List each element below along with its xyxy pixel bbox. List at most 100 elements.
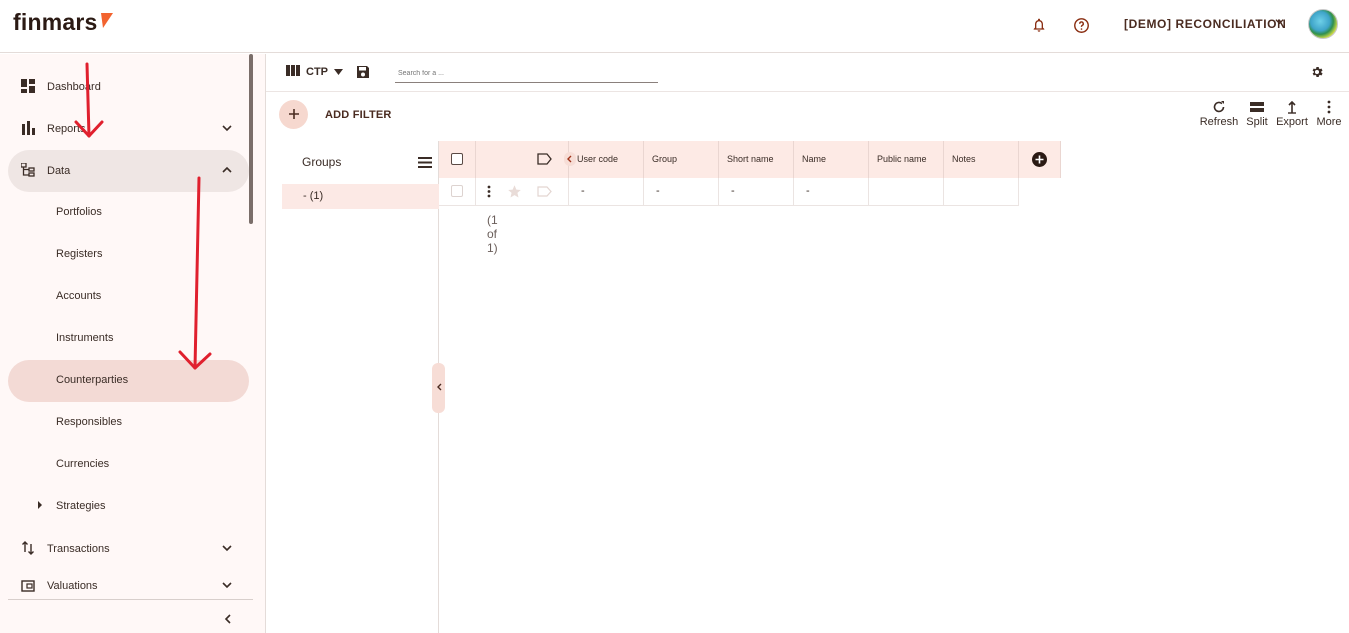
plus-icon xyxy=(288,104,300,125)
column-header-label: User code xyxy=(577,154,619,164)
sidebar-subitem-label: Counterparties xyxy=(56,374,129,386)
sidebar-subitem-accounts[interactable]: Accounts xyxy=(8,276,249,318)
chevron-down-icon xyxy=(221,122,235,136)
split-label: Split xyxy=(1246,116,1268,128)
add-column-icon[interactable] xyxy=(1032,152,1047,169)
sidebar-item-transactions[interactable]: Transactions xyxy=(8,528,249,570)
add-filter-label[interactable]: ADD FILTER xyxy=(325,109,392,121)
sidebar-subitem-label: Currencies xyxy=(56,458,110,470)
star-icon[interactable] xyxy=(507,184,522,202)
search-input[interactable] xyxy=(395,64,658,83)
bar-chart-icon xyxy=(21,121,37,137)
collapse-groups-handle[interactable] xyxy=(432,363,445,413)
cell-value: - xyxy=(581,185,585,197)
refresh-button[interactable]: Refresh xyxy=(1199,100,1239,132)
chevron-down-icon[interactable] xyxy=(1275,17,1284,29)
group-row-label: - (1) xyxy=(303,190,324,202)
column-header-name[interactable]: Name xyxy=(794,141,869,178)
data-tree-icon xyxy=(20,162,37,179)
sidebar-subitem-currencies[interactable]: Currencies xyxy=(8,444,249,486)
row-checkbox[interactable] xyxy=(451,185,463,197)
toolbar: CTP xyxy=(266,54,1349,92)
app-logo[interactable]: finmars xyxy=(13,9,97,36)
cell-short-name[interactable]: - xyxy=(719,178,794,206)
export-button[interactable]: Export xyxy=(1272,100,1312,132)
workspace-selector[interactable]: [DEMO] RECONCILIATION xyxy=(1124,17,1286,31)
row-menu-icon[interactable] xyxy=(487,185,491,201)
sidebar-subitem-label: Registers xyxy=(56,248,103,260)
transactions-icon xyxy=(21,541,37,557)
save-icon[interactable] xyxy=(356,65,371,80)
select-all-checkbox[interactable] xyxy=(451,153,463,165)
chevron-down-icon xyxy=(221,579,235,593)
sidebar-item-label: Transactions xyxy=(47,543,110,555)
header-tools-cell xyxy=(476,141,576,178)
caret-right-icon[interactable] xyxy=(36,500,44,513)
cell-user-code[interactable]: - xyxy=(569,178,644,206)
sidebar-subitem-label: Strategies xyxy=(56,500,106,512)
column-header-notes[interactable]: Notes xyxy=(944,141,1019,178)
add-column-cell xyxy=(1019,141,1061,178)
sidebar-item-dashboard[interactable]: Dashboard xyxy=(8,66,249,108)
pagination-info: (1 of 1) xyxy=(487,213,498,255)
column-header-short-name[interactable]: Short name xyxy=(719,141,794,178)
help-icon[interactable] xyxy=(1069,13,1093,37)
layout-columns-icon xyxy=(286,65,300,79)
more-label: More xyxy=(1316,116,1342,128)
group-row[interactable]: - (1) xyxy=(282,184,439,209)
row-tools-cell xyxy=(476,178,569,206)
split-icon xyxy=(1250,100,1264,114)
sidebar-subitem-strategies[interactable]: Strategies xyxy=(8,486,249,528)
wallet-icon xyxy=(21,579,37,595)
table-row[interactable]: - - - - xyxy=(439,178,1019,206)
sidebar-subitem-responsibles[interactable]: Responsibles xyxy=(8,402,249,444)
sidebar-scrollbar[interactable] xyxy=(249,54,253,224)
sidebar-subitem-counterparties[interactable]: Counterparties xyxy=(8,360,249,402)
column-header-label: Name xyxy=(802,154,827,164)
cell-name[interactable]: - xyxy=(794,178,869,206)
export-label: Export xyxy=(1276,116,1308,128)
sidebar-item-label: Valuations xyxy=(47,580,98,592)
collapse-sidebar-icon[interactable] xyxy=(222,612,236,626)
sidebar-item-label: Data xyxy=(47,165,71,177)
more-button[interactable]: More xyxy=(1309,100,1349,132)
filter-bar: ADD FILTER Refresh Split Export More xyxy=(266,92,1349,141)
cell-group[interactable]: - xyxy=(644,178,719,206)
add-filter-button[interactable] xyxy=(279,100,308,129)
gear-icon[interactable] xyxy=(1310,65,1325,80)
sidebar-subitem-registers[interactable]: Registers xyxy=(8,234,249,276)
sidebar-item-reports[interactable]: Reports xyxy=(8,108,249,150)
cell-value: - xyxy=(806,185,810,197)
sidebar-item-data[interactable]: Data xyxy=(8,150,249,192)
dashboard-icon xyxy=(21,79,37,95)
sidebar-subitem-instruments[interactable]: Instruments xyxy=(8,318,249,360)
column-header-label: Short name xyxy=(727,154,774,164)
cell-public-name[interactable] xyxy=(869,178,944,206)
column-header-group[interactable]: Group xyxy=(644,141,719,178)
row-select-cell xyxy=(439,178,476,206)
menu-icon[interactable] xyxy=(418,155,432,168)
sidebar-item-valuations[interactable]: Valuations xyxy=(8,570,249,602)
column-header-user-code[interactable]: User code xyxy=(569,141,644,178)
bell-icon[interactable] xyxy=(1027,13,1051,37)
sidebar: Dashboard Reports Data Portfolios Regist… xyxy=(0,54,266,633)
layout-selector[interactable]: CTP xyxy=(286,65,343,79)
column-header-public-name[interactable]: Public name xyxy=(869,141,944,178)
header-select-cell xyxy=(439,141,476,178)
top-bar: finmars [DEMO] RECONCILIATION xyxy=(0,0,1349,53)
logo-mark-icon xyxy=(96,13,114,28)
chevron-down-icon xyxy=(221,542,235,556)
sidebar-subitem-label: Responsibles xyxy=(56,416,123,428)
label-tag-icon[interactable] xyxy=(537,186,552,200)
refresh-icon xyxy=(1212,100,1226,114)
column-header-label: Notes xyxy=(952,154,976,164)
groups-title: Groups xyxy=(302,155,342,169)
cell-notes[interactable] xyxy=(944,178,1019,206)
label-tag-icon[interactable] xyxy=(537,153,552,167)
avatar[interactable] xyxy=(1308,9,1338,39)
caret-down-icon xyxy=(334,66,343,78)
sidebar-subitem-portfolios[interactable]: Portfolios xyxy=(8,192,249,234)
split-button[interactable]: Split xyxy=(1237,100,1277,132)
sidebar-item-label: Reports xyxy=(47,123,86,135)
refresh-label: Refresh xyxy=(1199,116,1239,128)
